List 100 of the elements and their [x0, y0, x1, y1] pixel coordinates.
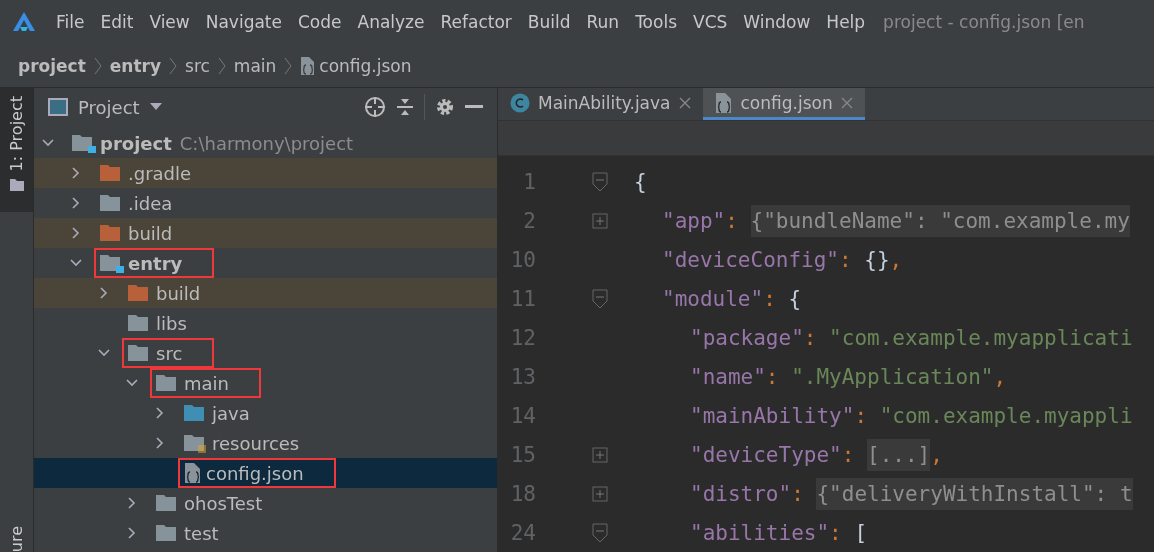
- settings-icon[interactable]: [435, 97, 455, 117]
- tree-row[interactable]: resources: [34, 428, 497, 458]
- menu-item[interactable]: Analyze: [349, 12, 433, 32]
- code-line: "name": ".MyApplication",: [689, 364, 1007, 389]
- menu-item[interactable]: Tools: [627, 12, 685, 32]
- tree-item-label: build: [128, 222, 173, 244]
- tree-row[interactable]: build: [34, 218, 497, 248]
- json-file-icon: [714, 91, 733, 114]
- project-window-icon: [48, 98, 68, 116]
- project-tool-tab[interactable]: 1: Project: [0, 88, 33, 212]
- fold-icon[interactable]: [592, 288, 608, 309]
- code-line: "package": "com.example.myapplicati: [689, 325, 1133, 350]
- tree-item-label: entry: [128, 252, 183, 274]
- chevron-icon[interactable]: [70, 197, 82, 209]
- tree-item-label: main: [184, 372, 229, 394]
- editor-tab[interactable]: MainAbility.java: [498, 88, 703, 121]
- chevron-icon[interactable]: [70, 227, 82, 239]
- menu-item[interactable]: VCS: [685, 12, 736, 32]
- tree-row[interactable]: .idea: [34, 188, 497, 218]
- code-line: {: [633, 169, 647, 194]
- line-number: 12: [509, 325, 536, 350]
- json-file-icon: [300, 55, 317, 76]
- json-file-icon: [184, 462, 202, 484]
- dropdown-caret-icon[interactable]: [149, 103, 162, 111]
- line-number: 11: [509, 286, 536, 311]
- code-line: "abilities": [: [689, 520, 868, 545]
- fold-icon[interactable]: [592, 171, 608, 192]
- folder-icon: [9, 179, 24, 192]
- tree-row[interactable]: main: [34, 368, 497, 398]
- menu-item[interactable]: Navigate: [197, 12, 290, 32]
- structure-tool-tab[interactable]: ure: [7, 525, 26, 552]
- tree-item-label: .idea: [128, 192, 173, 214]
- locate-icon[interactable]: [364, 96, 386, 118]
- tree-item-label: resources: [212, 432, 300, 454]
- chevron-icon[interactable]: [126, 527, 138, 539]
- chevron-icon[interactable]: [126, 497, 138, 509]
- code-line: "mainAbility": "com.example.myappli: [689, 403, 1133, 428]
- code-line: "deviceConfig": {},: [661, 247, 903, 272]
- path-hint: C:\harmony\project: [179, 132, 354, 154]
- collapse-all-icon[interactable]: [396, 97, 414, 117]
- tree-row[interactable]: .gradle: [34, 158, 497, 188]
- menu-item[interactable]: Code: [290, 12, 350, 32]
- menu-item[interactable]: Run: [578, 12, 628, 32]
- menu-item[interactable]: File: [48, 12, 93, 32]
- menu-item[interactable]: Help: [818, 12, 874, 32]
- fold-icon[interactable]: [592, 522, 608, 543]
- chevron-icon[interactable]: [126, 377, 138, 389]
- close-icon[interactable]: [678, 96, 691, 109]
- chevron-icon[interactable]: [98, 347, 110, 359]
- tree-row[interactable]: build: [34, 278, 497, 308]
- chevron-icon: [93, 56, 102, 75]
- chevron-icon[interactable]: [154, 437, 166, 449]
- tree-row[interactable]: test: [34, 518, 497, 548]
- tree-item-label: build: [156, 282, 201, 304]
- tree-item-label: test: [184, 522, 219, 544]
- breadcrumb-item[interactable]: main: [233, 55, 277, 76]
- chevron-icon[interactable]: [98, 287, 110, 299]
- chevron-icon: [217, 56, 226, 75]
- breadcrumb-item[interactable]: entry: [109, 55, 162, 76]
- tree-row[interactable]: config.json: [34, 458, 497, 488]
- module-folder-icon: [100, 253, 124, 273]
- line-number: 13: [509, 364, 536, 389]
- module-folder-icon: [72, 133, 96, 153]
- tree-row[interactable]: ohosTest: [34, 488, 497, 518]
- tree-item-label: .gradle: [128, 162, 192, 184]
- panel-title[interactable]: Project: [78, 96, 140, 118]
- chevron-icon: [284, 56, 293, 75]
- tree-row[interactable]: java: [34, 398, 497, 428]
- menu-item[interactable]: Build: [519, 12, 579, 32]
- editor-tab[interactable]: config.json: [702, 88, 865, 121]
- tree-row[interactable]: project C:\harmony\project: [34, 128, 497, 158]
- breadcrumb-item[interactable]: config.json: [300, 55, 412, 76]
- minimize-icon[interactable]: [465, 105, 483, 109]
- line-number: 14: [509, 403, 536, 428]
- app-logo-icon: [12, 11, 36, 33]
- chevron-icon[interactable]: [70, 167, 82, 179]
- line-number: 2: [522, 208, 536, 233]
- code-line: "module": {: [661, 286, 802, 311]
- tree-row[interactable]: src: [34, 338, 497, 368]
- tree-item-label: project: [100, 132, 172, 154]
- menu-item[interactable]: Refactor: [432, 12, 520, 32]
- tree-row[interactable]: libs: [34, 308, 497, 338]
- chevron-icon[interactable]: [154, 407, 166, 419]
- line-number: 24: [509, 520, 536, 545]
- chevron-icon[interactable]: [42, 137, 54, 149]
- tree-item-label: ohosTest: [184, 492, 263, 514]
- line-number: 10: [509, 247, 536, 272]
- class-icon: [510, 92, 530, 113]
- menu-item[interactable]: Window: [735, 12, 819, 32]
- menu-item[interactable]: Edit: [92, 12, 142, 32]
- tree-item-label: java: [212, 402, 250, 424]
- breadcrumb-item[interactable]: src: [185, 55, 210, 76]
- tree-row[interactable]: entry: [34, 248, 497, 278]
- resources-folder-icon: [184, 433, 208, 453]
- menu-item[interactable]: View: [141, 12, 198, 32]
- tree-item-label: src: [156, 342, 183, 364]
- breadcrumb-item[interactable]: project: [18, 55, 86, 76]
- chevron-icon[interactable]: [70, 257, 82, 269]
- tree-item-label: libs: [156, 312, 187, 334]
- line-number: 1: [522, 169, 536, 194]
